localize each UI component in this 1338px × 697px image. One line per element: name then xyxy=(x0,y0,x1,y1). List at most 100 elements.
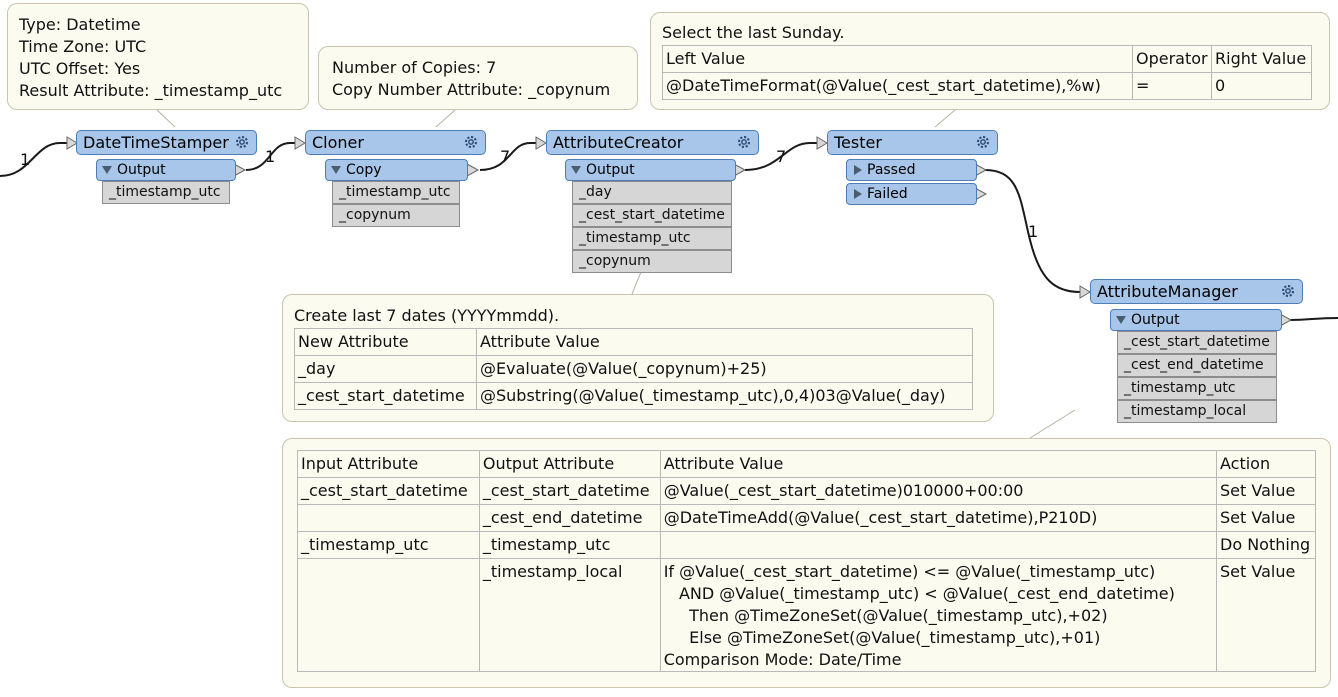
transformer-tester[interactable]: Tester xyxy=(827,130,998,155)
output-port-output[interactable]: Output xyxy=(1110,309,1282,331)
table-cell xyxy=(297,504,480,532)
table-cell: = xyxy=(1132,72,1212,100)
port-label: Output xyxy=(586,162,635,178)
pointer-dts-note xyxy=(156,109,176,128)
triangle-down-icon xyxy=(571,166,581,174)
transformer-name: AttributeManager xyxy=(1097,282,1238,301)
output-port-copy[interactable]: Copy xyxy=(325,159,468,181)
note-line: Copy Number Attribute: _copynum xyxy=(332,80,611,99)
input-arrow-ac xyxy=(535,136,547,150)
table-header: New Attribute xyxy=(294,328,477,356)
table-cell: _day xyxy=(294,355,477,383)
wire-input-dts xyxy=(0,142,68,177)
table-header: Left Value xyxy=(662,45,1133,73)
attributemanager-table: Input Attribute Output Attribute Attribu… xyxy=(297,450,1316,672)
feature-count-ac-tester: 7 xyxy=(776,147,787,166)
input-arrow-tester xyxy=(816,136,828,150)
port-label: Passed xyxy=(867,162,916,178)
table-header: Attribute Value xyxy=(659,450,1218,478)
feature-count-input: 1 xyxy=(20,150,31,169)
table-cell: Do Nothing xyxy=(1216,531,1316,559)
table-cell: _cest_start_datetime xyxy=(294,382,477,410)
attribute-item: _cest_start_datetime xyxy=(1117,331,1277,354)
output-port-output[interactable]: Output xyxy=(96,159,236,181)
annotation-tester[interactable]: Select the last Sunday. Left Value Opera… xyxy=(650,12,1330,110)
gear-icon[interactable] xyxy=(463,134,479,150)
note-title: Select the last Sunday. xyxy=(662,23,845,42)
table-cell: _timestamp_utc xyxy=(297,531,480,559)
transformer-name: DateTimeStamper xyxy=(83,133,229,152)
feature-count-cloner-ac: 7 xyxy=(500,147,511,166)
tester-table: Left Value Operator Right Value @DateTim… xyxy=(662,45,1312,100)
pointer-cloner-note xyxy=(435,109,456,128)
table-header: Attribute Value xyxy=(476,328,973,356)
table-cell: @DateTimeAdd(@Value(_cest_start_datetime… xyxy=(659,504,1218,532)
annotation-cloner[interactable]: Number of Copies: 7 Copy Number Attribut… xyxy=(318,46,638,110)
annotation-attributecreator[interactable]: Create last 7 dates (YYYYmmdd). New Attr… xyxy=(282,294,994,422)
port-label: Copy xyxy=(346,162,382,178)
transformer-name: AttributeCreator xyxy=(553,133,684,152)
attributecreator-table: New Attribute Attribute Value _day @Eval… xyxy=(294,328,973,410)
table-cell: Set Value xyxy=(1216,558,1316,672)
transformer-datetimestamper[interactable]: DateTimeStamper xyxy=(76,130,257,155)
transformer-attributemanager[interactable]: AttributeManager xyxy=(1090,279,1303,304)
annotation-datetimestamper[interactable]: Type: Datetime Time Zone: UTC UTC Offset… xyxy=(7,3,309,110)
triangle-down-icon xyxy=(331,166,341,174)
table-cell: Set Value xyxy=(1216,477,1316,505)
table-cell: If @Value(_cest_start_datetime) <= @Valu… xyxy=(659,558,1218,672)
attribute-item: _day xyxy=(572,181,732,204)
feature-count-dts-cloner: 1 xyxy=(265,147,276,166)
attribute-item: _timestamp_utc xyxy=(572,227,732,250)
pointer-am-note xyxy=(1029,409,1076,439)
transformer-attributecreator[interactable]: AttributeCreator xyxy=(546,130,759,155)
note-line: Type: Datetime xyxy=(19,15,141,34)
attribute-item: _timestamp_utc xyxy=(1117,377,1277,400)
transformer-name: Cloner xyxy=(312,133,364,152)
table-header: Input Attribute xyxy=(297,450,480,478)
triangle-down-icon xyxy=(102,166,112,174)
triangle-right-icon xyxy=(854,165,862,175)
attribute-item: _timestamp_utc xyxy=(102,181,230,204)
note-line: UTC Offset: Yes xyxy=(19,59,141,78)
table-cell xyxy=(297,558,480,672)
attribute-item: _timestamp_local xyxy=(1117,400,1277,423)
output-port-failed[interactable]: Failed xyxy=(846,183,977,205)
note-line: Time Zone: UTC xyxy=(19,37,147,56)
wire-am-out xyxy=(1289,317,1338,321)
attribute-item: _copynum xyxy=(332,204,460,227)
table-cell: _timestamp_utc xyxy=(478,531,661,559)
output-arrow-cloner xyxy=(466,163,480,177)
pointer-tester-note xyxy=(934,109,956,128)
pointer-ac-note xyxy=(631,271,642,295)
table-cell: @DateTimeFormat(@Value(_cest_start_datet… xyxy=(662,72,1133,100)
note-title: Create last 7 dates (YYYYmmdd). xyxy=(294,306,560,325)
table-header: Output Attribute xyxy=(478,450,661,478)
gear-icon[interactable] xyxy=(975,134,991,150)
table-cell: @Substring(@Value(_timestamp_utc),0,4)03… xyxy=(476,382,973,410)
gear-icon[interactable] xyxy=(1280,283,1296,299)
port-label: Output xyxy=(117,162,166,178)
gear-icon[interactable] xyxy=(736,134,752,150)
table-cell: _cest_start_datetime xyxy=(297,477,480,505)
attribute-item: _timestamp_utc xyxy=(332,181,460,204)
table-cell: @Value(_cest_start_datetime)010000+00:00 xyxy=(659,477,1218,505)
port-label: Output xyxy=(1131,312,1180,328)
attribute-item: _cest_end_datetime xyxy=(1117,354,1277,377)
port-label: Failed xyxy=(867,186,908,202)
transformer-name: Tester xyxy=(834,133,882,152)
output-port-output[interactable]: Output xyxy=(565,159,736,181)
triangle-down-icon xyxy=(1116,316,1126,324)
annotation-attributemanager[interactable]: Input Attribute Output Attribute Attribu… xyxy=(282,438,1331,688)
table-cell: 0 xyxy=(1211,72,1312,100)
note-line: Number of Copies: 7 xyxy=(332,58,497,77)
table-cell: Set Value xyxy=(1216,504,1316,532)
table-header: Operator xyxy=(1132,45,1212,73)
feature-count-tester-am: 1 xyxy=(1028,222,1039,241)
table-cell xyxy=(659,531,1218,559)
gear-icon[interactable] xyxy=(234,134,250,150)
attribute-item: _copynum xyxy=(572,250,732,273)
table-cell: _cest_start_datetime xyxy=(478,477,661,505)
transformer-cloner[interactable]: Cloner xyxy=(305,130,486,155)
output-port-passed[interactable]: Passed xyxy=(846,159,977,181)
table-cell: _cest_end_datetime xyxy=(478,504,661,532)
